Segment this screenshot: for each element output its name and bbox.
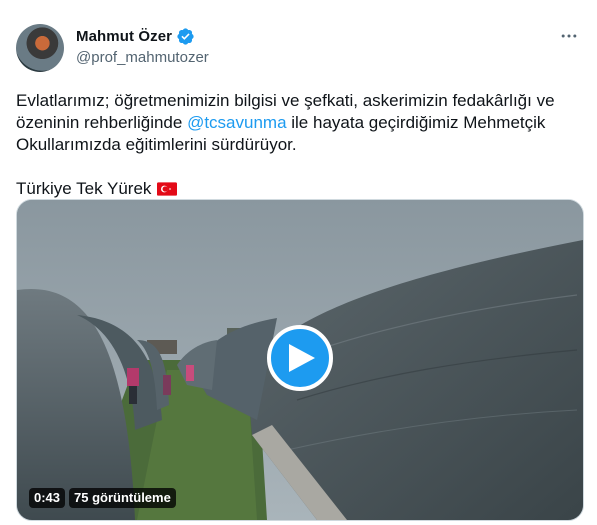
view-count: 75 görüntüleme [69,488,176,508]
author-handle[interactable]: @prof_mahmutozer [76,49,209,66]
play-button[interactable] [267,325,333,391]
avatar[interactable] [16,24,64,72]
tweet-text: Evlatlarımız; öğretmenimizin bilgisi ve … [16,90,581,200]
display-name[interactable]: Mahmut Özer [76,28,172,45]
video-player[interactable]: 0:43 75 görüntüleme [16,199,584,521]
video-duration: 0:43 [29,488,66,508]
verified-badge-icon [177,28,194,45]
turkey-flag-icon [157,182,178,196]
more-options-icon[interactable] [557,24,581,48]
video-badges: 0:43 75 görüntüleme [29,488,176,508]
mention-link[interactable]: @tcsavunma [187,113,286,132]
tagline: Türkiye Tek Yürek [16,179,152,198]
tagline-row: Türkiye Tek Yürek [16,178,581,200]
tweet-card: Mahmut Özer @prof_mahmutozer Evlatlarımı… [0,0,597,525]
play-icon [289,344,315,372]
tweet-body: Evlatlarımız; öğretmenimizin bilgisi ve … [16,90,581,156]
author-name-row: Mahmut Özer [76,27,195,46]
